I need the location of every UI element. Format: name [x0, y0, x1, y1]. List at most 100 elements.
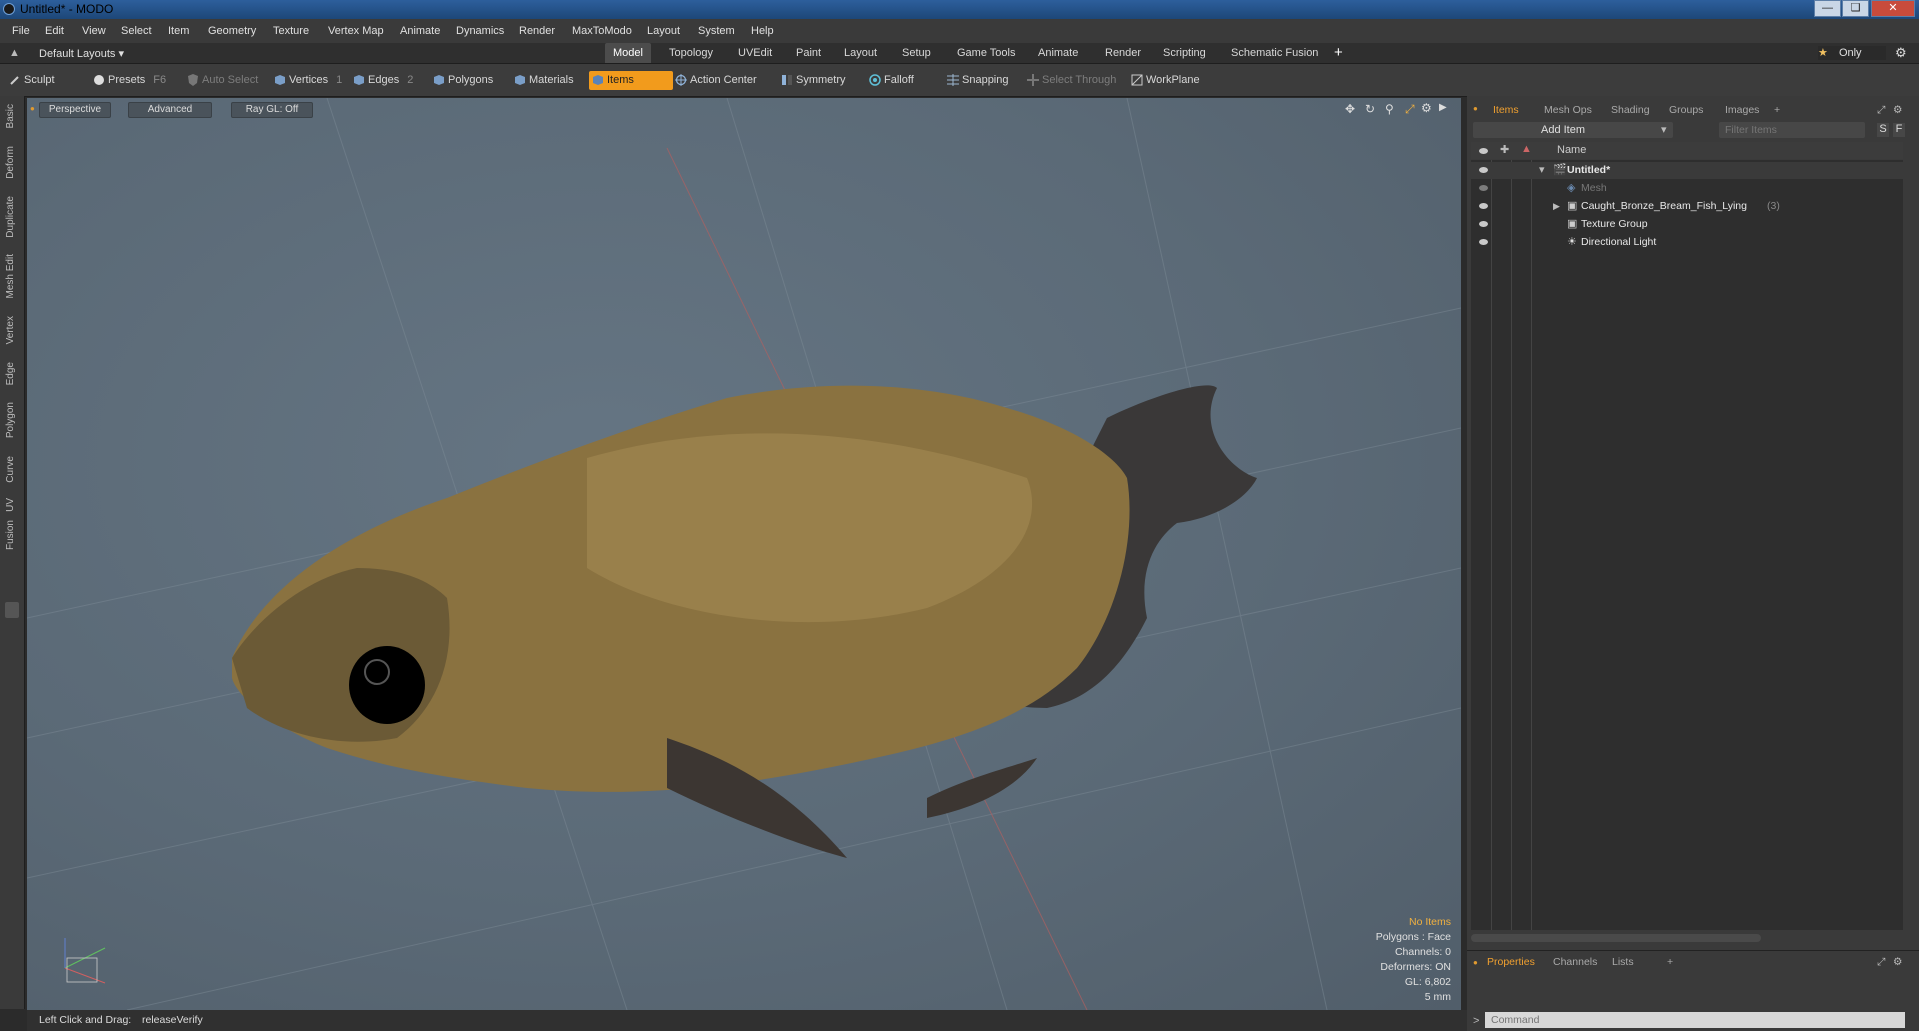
viewport-settings-icon[interactable]: ⚙	[1421, 101, 1432, 115]
action-center-button[interactable]: Action Center	[672, 71, 788, 90]
list-item[interactable]: ◈ Mesh	[1471, 180, 1903, 197]
horizontal-scrollbar[interactable]	[1471, 934, 1761, 942]
panel-menu-dot-icon[interactable]: ●	[1473, 104, 1478, 113]
panel-settings-icon[interactable]: ⚙	[1893, 102, 1902, 118]
tab-shading[interactable]: Shading	[1611, 102, 1650, 118]
list-item[interactable]: ▶ ▣ Caught_Bronze_Bream_Fish_Lying (3)	[1471, 198, 1903, 215]
menu-layout[interactable]: Layout	[647, 25, 680, 37]
select-through-button[interactable]: Select Through	[1024, 71, 1144, 90]
tab-deform[interactable]: Deform	[5, 146, 16, 179]
collapse-arrow-icon[interactable]: ▲	[9, 47, 20, 59]
tab-fusion[interactable]: Fusion	[5, 520, 16, 550]
menu-render[interactable]: Render	[519, 25, 555, 37]
fit-icon[interactable]: ⤢	[1405, 102, 1415, 117]
tab-game-tools[interactable]: Game Tools	[949, 43, 1024, 63]
visibility-eye-icon[interactable]	[1479, 185, 1488, 191]
tab-mesh-edit[interactable]: Mesh Edit	[5, 254, 16, 298]
shading-mode-button[interactable]: Advanced	[128, 102, 212, 118]
visibility-eye-icon[interactable]	[1479, 221, 1488, 227]
list-item[interactable]: ▾ 🎬 Untitled*	[1471, 162, 1903, 179]
add-tab-button[interactable]: +	[1334, 44, 1343, 61]
visibility-eye-icon[interactable]	[1479, 203, 1488, 209]
expand-panel-icon[interactable]: ⤢	[1877, 102, 1885, 118]
menu-select[interactable]: Select	[121, 25, 152, 37]
3d-viewport[interactable]: Perspective Advanced Ray GL: Off ● ✥ ↻ ⚲…	[27, 98, 1461, 1010]
tab-layout[interactable]: Layout	[836, 43, 885, 63]
viewport-menu-dot-icon[interactable]: ●	[30, 104, 35, 113]
menu-geometry[interactable]: Geometry	[208, 25, 256, 37]
raygl-button[interactable]: Ray GL: Off	[231, 102, 313, 118]
pan-icon[interactable]: ✥	[1345, 102, 1355, 116]
tab-vertex[interactable]: Vertex	[5, 316, 16, 344]
add-item-dropdown[interactable]: Add Item ▾	[1473, 122, 1673, 138]
visibility-eye-icon[interactable]	[1479, 167, 1488, 173]
menu-file[interactable]: File	[12, 25, 30, 37]
expand-arrow-icon[interactable]: ▶	[1553, 198, 1560, 215]
menu-dynamics[interactable]: Dynamics	[456, 25, 504, 37]
menu-item[interactable]: Item	[168, 25, 189, 37]
tab-paint[interactable]: Paint	[788, 43, 829, 63]
viewport-expand-arrow-icon[interactable]: ▶	[1439, 102, 1447, 113]
add-tab-icon[interactable]: +	[1774, 102, 1780, 118]
menu-texture[interactable]: Texture	[273, 25, 309, 37]
menu-system[interactable]: System	[698, 25, 735, 37]
list-item[interactable]: ▣ Texture Group	[1471, 216, 1903, 233]
column-name-header[interactable]: Name	[1557, 144, 1586, 156]
menu-maxtomodo[interactable]: MaxToModo	[572, 25, 632, 37]
tab-scripting[interactable]: Scripting	[1155, 43, 1214, 63]
menu-vertex-map[interactable]: Vertex Map	[328, 25, 384, 37]
tab-groups[interactable]: Groups	[1669, 102, 1703, 118]
view-mode-button[interactable]: Perspective	[39, 102, 111, 118]
tab-items[interactable]: Items	[1493, 102, 1519, 118]
s-filter-button[interactable]: S	[1877, 123, 1889, 137]
close-button[interactable]: ✕	[1871, 0, 1915, 17]
tab-render[interactable]: Render	[1097, 43, 1149, 63]
fish-model[interactable]	[232, 385, 1257, 858]
filter-items-input[interactable]	[1719, 122, 1865, 138]
tab-schematic-fusion[interactable]: Schematic Fusion	[1223, 43, 1326, 63]
panel-settings-icon[interactable]: ⚙	[1893, 954, 1902, 970]
tab-polygon[interactable]: Polygon	[5, 402, 16, 438]
tab-animate[interactable]: Animate	[1030, 43, 1086, 63]
tab-duplicate[interactable]: Duplicate	[5, 196, 16, 238]
tab-edge[interactable]: Edge	[5, 362, 16, 385]
tab-channels[interactable]: Channels	[1553, 954, 1597, 970]
tab-images[interactable]: Images	[1725, 102, 1759, 118]
tab-model[interactable]: Model	[605, 43, 651, 63]
only-toggle[interactable]: ★ Only	[1818, 46, 1886, 60]
add-tab-icon[interactable]: +	[1667, 954, 1673, 970]
tab-basic[interactable]: Basic	[5, 104, 16, 128]
tab-lists[interactable]: Lists	[1612, 954, 1634, 970]
collapse-arrow-icon[interactable]: ▾	[1539, 162, 1545, 179]
visibility-eye-icon[interactable]	[1479, 239, 1488, 245]
menu-edit[interactable]: Edit	[45, 25, 64, 37]
tab-setup[interactable]: Setup	[894, 43, 939, 63]
zoom-icon[interactable]: ⚲	[1385, 102, 1394, 116]
tab-mesh-ops[interactable]: Mesh Ops	[1544, 102, 1592, 118]
gear-icon[interactable]: ⚙	[1895, 45, 1907, 61]
menu-view[interactable]: View	[82, 25, 106, 37]
menu-animate[interactable]: Animate	[400, 25, 440, 37]
polygons-button[interactable]: Polygons	[430, 71, 524, 90]
items-button[interactable]: Items	[589, 71, 673, 90]
tab-topology[interactable]: Topology	[661, 43, 721, 63]
tab-curve[interactable]: Curve	[5, 456, 16, 483]
falloff-button[interactable]: Falloff	[866, 71, 956, 90]
panel-toggle-button[interactable]	[5, 602, 19, 618]
f-filter-button[interactable]: F	[1893, 123, 1905, 137]
minimize-button[interactable]: —	[1814, 0, 1841, 17]
workplane-button[interactable]: WorkPlane	[1128, 71, 1232, 90]
menu-help[interactable]: Help	[751, 25, 774, 37]
maximize-button[interactable]: ❑	[1842, 0, 1869, 17]
sculpt-button[interactable]: Sculpt	[6, 71, 94, 90]
rotate-icon[interactable]: ↻	[1365, 102, 1375, 116]
list-item[interactable]: ☀ Directional Light	[1471, 234, 1903, 251]
tab-properties[interactable]: Properties	[1487, 954, 1535, 970]
command-input[interactable]	[1485, 1012, 1905, 1028]
properties-menu-dot-icon[interactable]: ●	[1473, 958, 1478, 967]
presets-button[interactable]: Presets F6	[90, 71, 194, 90]
layout-selector[interactable]: Default Layouts ▾	[39, 47, 124, 60]
expand-panel-icon[interactable]: ⤢	[1877, 954, 1885, 970]
tab-uv[interactable]: UV	[5, 498, 16, 512]
tab-uvedit[interactable]: UVEdit	[730, 43, 780, 63]
